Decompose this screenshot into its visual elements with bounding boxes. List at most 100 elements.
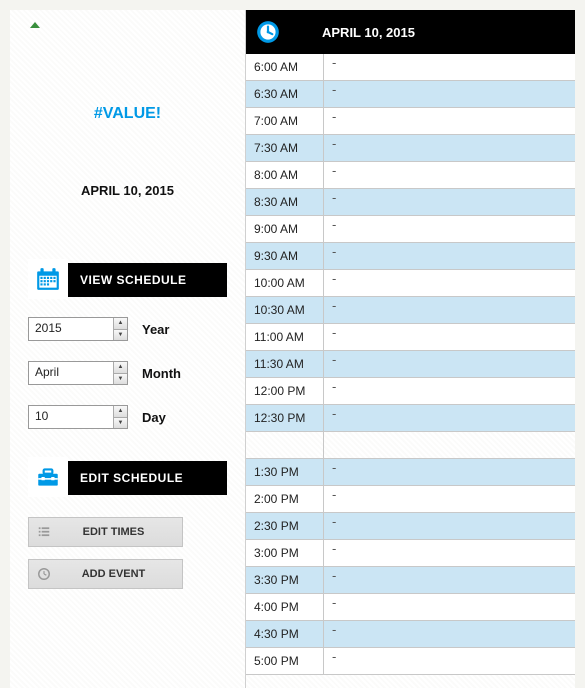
event-cell[interactable]: - (324, 216, 575, 242)
time-cell (246, 432, 324, 458)
schedule-page: #VALUE! APRIL 10, 2015 VIEW SCHEDULE 201… (10, 10, 575, 688)
schedule-row[interactable]: 4:00 PM- (246, 594, 575, 621)
event-cell[interactable]: - (324, 459, 575, 485)
schedule-row[interactable]: 7:00 AM- (246, 108, 575, 135)
day-row: 10 ▲ ▼ Day (28, 405, 227, 429)
view-schedule-header: VIEW SCHEDULE (28, 263, 227, 297)
time-cell: 7:00 AM (246, 108, 324, 134)
schedule-body: 6:00 AM-6:30 AM-7:00 AM-7:30 AM-8:00 AM-… (246, 54, 575, 675)
day-label: Day (142, 410, 166, 425)
list-icon (29, 525, 59, 539)
time-cell: 8:30 AM (246, 189, 324, 215)
schedule-row[interactable]: 12:00 PM- (246, 378, 575, 405)
month-row: April ▲ ▼ Month (28, 361, 227, 385)
schedule-row[interactable]: 3:00 PM- (246, 540, 575, 567)
event-cell[interactable] (324, 432, 575, 458)
time-cell: 7:30 AM (246, 135, 324, 161)
event-cell[interactable]: - (324, 270, 575, 296)
schedule-panel: APRIL 10, 2015 6:00 AM-6:30 AM-7:00 AM-7… (245, 10, 575, 688)
event-cell[interactable]: - (324, 567, 575, 593)
month-down-button[interactable]: ▼ (114, 374, 127, 385)
event-cell[interactable]: - (324, 324, 575, 350)
schedule-row[interactable]: 6:30 AM- (246, 81, 575, 108)
value-error-text: #VALUE! (28, 105, 227, 123)
schedule-row[interactable]: 6:00 AM- (246, 54, 575, 81)
add-event-button[interactable]: ADD EVENT (28, 559, 183, 589)
event-cell[interactable]: - (324, 297, 575, 323)
day-stepper[interactable]: 10 ▲ ▼ (28, 405, 128, 429)
year-up-button[interactable]: ▲ (114, 318, 127, 330)
schedule-row[interactable]: 10:00 AM- (246, 270, 575, 297)
event-cell[interactable]: - (324, 513, 575, 539)
time-cell: 2:00 PM (246, 486, 324, 512)
time-cell: 6:00 AM (246, 54, 324, 80)
event-cell[interactable]: - (324, 621, 575, 647)
time-cell: 10:00 AM (246, 270, 324, 296)
clock-icon (29, 567, 59, 581)
schedule-row[interactable]: 9:00 AM- (246, 216, 575, 243)
event-cell[interactable]: - (324, 351, 575, 377)
edit-schedule-label: EDIT SCHEDULE (80, 471, 183, 485)
schedule-row[interactable]: 2:30 PM- (246, 513, 575, 540)
event-cell[interactable]: - (324, 54, 575, 80)
schedule-row[interactable]: 8:30 AM- (246, 189, 575, 216)
month-stepper-buttons: ▲ ▼ (113, 362, 127, 384)
schedule-row[interactable]: 9:30 AM- (246, 243, 575, 270)
month-up-button[interactable]: ▲ (114, 362, 127, 374)
time-cell: 12:30 PM (246, 405, 324, 431)
schedule-row[interactable]: 7:30 AM- (246, 135, 575, 162)
time-cell: 10:30 AM (246, 297, 324, 323)
calendar-icon (28, 259, 68, 299)
schedule-row[interactable]: 2:00 PM- (246, 486, 575, 513)
edit-times-button[interactable]: EDIT TIMES (28, 517, 183, 547)
time-cell: 2:30 PM (246, 513, 324, 539)
schedule-row[interactable]: 8:00 AM- (246, 162, 575, 189)
event-cell[interactable]: - (324, 81, 575, 107)
schedule-row[interactable]: 10:30 AM- (246, 297, 575, 324)
event-cell[interactable]: - (324, 378, 575, 404)
edit-times-label: EDIT TIMES (59, 526, 182, 538)
schedule-row[interactable]: 4:30 PM- (246, 621, 575, 648)
year-label: Year (142, 322, 169, 337)
time-cell: 11:30 AM (246, 351, 324, 377)
year-stepper[interactable]: 2015 ▲ ▼ (28, 317, 128, 341)
time-cell: 4:00 PM (246, 594, 324, 620)
event-cell[interactable]: - (324, 594, 575, 620)
time-cell: 11:00 AM (246, 324, 324, 350)
event-cell[interactable]: - (324, 243, 575, 269)
year-down-button[interactable]: ▼ (114, 330, 127, 341)
day-down-button[interactable]: ▼ (114, 418, 127, 429)
day-stepper-buttons: ▲ ▼ (113, 406, 127, 428)
time-cell: 4:30 PM (246, 621, 324, 647)
toolbox-icon (28, 457, 68, 497)
schedule-row[interactable]: 11:00 AM- (246, 324, 575, 351)
schedule-row[interactable]: 5:00 PM- (246, 648, 575, 675)
schedule-row[interactable] (246, 432, 575, 459)
event-cell[interactable]: - (324, 189, 575, 215)
event-cell[interactable]: - (324, 486, 575, 512)
event-cell[interactable]: - (324, 405, 575, 431)
schedule-row[interactable]: 12:30 PM- (246, 405, 575, 432)
view-schedule-label: VIEW SCHEDULE (80, 273, 187, 287)
schedule-header: APRIL 10, 2015 (246, 10, 575, 54)
time-cell: 6:30 AM (246, 81, 324, 107)
corner-marker-icon (30, 22, 40, 28)
schedule-row[interactable]: 3:30 PM- (246, 567, 575, 594)
schedule-row[interactable]: 1:30 PM- (246, 459, 575, 486)
event-cell[interactable]: - (324, 135, 575, 161)
time-cell: 8:00 AM (246, 162, 324, 188)
event-cell[interactable]: - (324, 648, 575, 674)
event-cell[interactable]: - (324, 108, 575, 134)
day-up-button[interactable]: ▲ (114, 406, 127, 418)
event-cell[interactable]: - (324, 162, 575, 188)
month-value: April (29, 362, 113, 384)
day-value: 10 (29, 406, 113, 428)
time-cell: 5:00 PM (246, 648, 324, 674)
schedule-row[interactable]: 11:30 AM- (246, 351, 575, 378)
year-value: 2015 (29, 318, 113, 340)
schedule-header-date: APRIL 10, 2015 (322, 25, 415, 40)
event-cell[interactable]: - (324, 540, 575, 566)
month-label: Month (142, 366, 181, 381)
add-event-label: ADD EVENT (59, 568, 182, 580)
month-stepper[interactable]: April ▲ ▼ (28, 361, 128, 385)
